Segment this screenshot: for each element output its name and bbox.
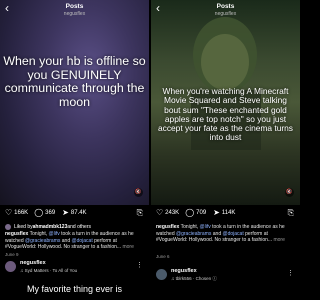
next-post-audio[interactable]: ♫ Syd Matters · To All of You <box>20 268 77 273</box>
send-icon: ➤ <box>62 208 69 217</box>
mention-link[interactable]: @lifv <box>200 224 211 230</box>
like-button[interactable]: ♡ 243K <box>156 209 179 217</box>
liked-by-user[interactable]: ahmadmbk123 <box>33 224 68 230</box>
post-video[interactable]: When your hb is offline so you GENUINELY… <box>0 0 149 205</box>
header-title: Posts <box>216 3 235 10</box>
post-video[interactable]: When you're watching A Minecraft Movie S… <box>151 0 300 205</box>
header-title: Posts <box>65 3 84 10</box>
description-text: Tonight, <box>179 224 200 230</box>
description-username[interactable]: negusflex <box>156 224 179 230</box>
header-subtitle: negusflex <box>63 11 86 17</box>
action-bar: ♡ 243K ◯ 709 ➤ 114K <box>156 208 241 218</box>
mention-link[interactable]: @gracieabrams <box>176 231 211 237</box>
description-text: and <box>211 230 223 237</box>
mention-link[interactable]: @dojacat <box>223 231 244 237</box>
share-button[interactable]: ➤ 87.4K <box>61 209 86 217</box>
comment-count: 369 <box>45 210 56 216</box>
more-link[interactable]: more <box>121 244 133 250</box>
posts-header: ‹ Posts negusflex <box>151 0 300 26</box>
avatar <box>5 224 11 230</box>
share-count: 87.4K <box>70 210 87 216</box>
description-username[interactable]: negusflex <box>5 231 28 237</box>
like-button[interactable]: ♡ 166K <box>5 209 28 217</box>
comment-button[interactable]: ◯ 709 <box>185 209 206 217</box>
next-post-caption: My favorite thing ever is <box>26 284 123 294</box>
more-options-icon[interactable]: ⋮ <box>136 261 143 269</box>
video-caption: When you're watching A Minecraft Movie S… <box>157 86 293 143</box>
description-text: Tonight, <box>28 231 49 237</box>
action-bar: ♡ 166K ◯ 369 ➤ 87.4K <box>5 208 93 218</box>
mention-link[interactable]: @dojacat <box>72 238 93 244</box>
left-post-panel: When your hb is offline so you GENUINELY… <box>0 0 149 300</box>
post-date: June 9 <box>5 252 19 257</box>
liked-by[interactable]: Liked by ahmadmbk123 and others <box>5 224 91 230</box>
mute-icon[interactable]: 🔇 <box>134 188 143 197</box>
next-post-username[interactable]: negusflex <box>20 260 77 266</box>
comment-count: 709 <box>196 210 207 216</box>
heart-icon: ♡ <box>5 208 13 217</box>
video-caption: When your hb is offline so you GENUINELY… <box>3 54 146 109</box>
header-subtitle: negusflex <box>214 11 237 17</box>
mute-icon[interactable]: 🔇 <box>285 188 294 197</box>
post-description: negusflex Tonight, @lifv took a turn in … <box>5 231 145 251</box>
more-options-icon[interactable]: ⋮ <box>287 269 294 277</box>
liked-by-prefix: Liked by <box>14 224 33 230</box>
like-count: 243K <box>165 210 180 216</box>
post-date: June 6 <box>156 254 170 259</box>
send-icon: ➤ <box>213 208 220 217</box>
mention-link[interactable]: @gracieabrams <box>25 238 60 244</box>
bookmark-icon[interactable]: ⎘ <box>137 208 143 218</box>
bookmark-icon[interactable]: ⎘ <box>288 208 294 218</box>
comment-icon: ◯ <box>185 208 195 217</box>
avatar[interactable] <box>5 261 16 272</box>
comment-button[interactable]: ◯ 369 <box>34 209 55 217</box>
more-link[interactable]: more <box>272 237 284 243</box>
share-button[interactable]: ➤ 114K <box>212 209 235 217</box>
next-post-header: negusflex ♫ Syd Matters · To All of You <box>5 260 77 273</box>
posts-header: ‹ Posts negusflex <box>0 0 149 26</box>
description-text: and <box>60 237 72 244</box>
like-count: 166K <box>14 210 29 216</box>
heart-icon: ♡ <box>156 208 164 217</box>
post-description: negusflex Tonight, @lifv took a turn in … <box>156 224 296 244</box>
next-post-header: negusflex ♫ tblrk556 · Chosen ⓘ <box>156 268 217 282</box>
right-post-panel: When you're watching A Minecraft Movie S… <box>151 0 300 300</box>
liked-by-suffix: and others <box>67 224 92 230</box>
mention-link[interactable]: @lifv <box>49 231 60 237</box>
share-count: 114K <box>221 210 236 216</box>
next-post-audio[interactable]: ♫ tblrk556 · Chosen ⓘ <box>171 276 217 282</box>
next-post-username[interactable]: negusflex <box>171 268 217 274</box>
avatar[interactable] <box>156 269 167 280</box>
comment-icon: ◯ <box>34 208 44 217</box>
